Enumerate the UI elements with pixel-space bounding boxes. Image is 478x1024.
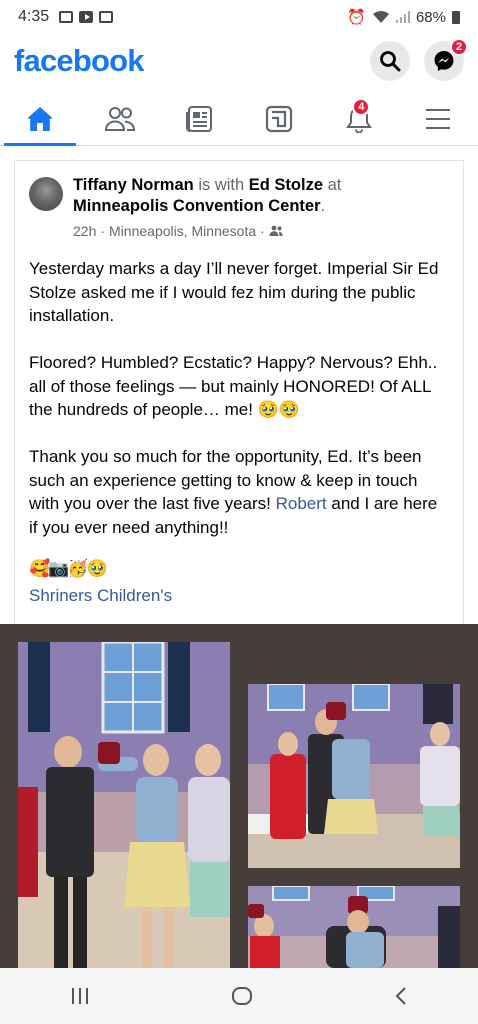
friends-icon [104, 106, 135, 131]
photo-grid [0, 624, 478, 968]
app-header: facebook 2 [0, 34, 478, 88]
tab-friends[interactable] [80, 92, 160, 145]
system-navigation-bar [0, 968, 478, 1024]
home-icon [26, 106, 53, 131]
title-period: . [320, 197, 326, 215]
tab-menu[interactable] [398, 92, 478, 145]
post-body: Yesterday marks a day I’ll never forget.… [29, 257, 449, 608]
status-bar: 4:35 ⏰ 68% [0, 0, 478, 34]
ceremony-photo-2 [248, 684, 460, 868]
emoji-row: 🥰📷🥳🥹 [29, 558, 108, 578]
post-paragraph: Yesterday marks a day I’ll never forget.… [29, 259, 439, 325]
facebook-logo[interactable]: facebook [14, 43, 145, 79]
news-feed-icon [186, 105, 213, 132]
post-paragraph: Floored? Humbled? Ecstatic? Happy? Nervo… [29, 353, 438, 419]
post-subtitle: 22h · Minneapolis, Minnesota · [73, 223, 449, 239]
robert-mention-link[interactable]: Robert [276, 494, 327, 513]
meta-separator: · [100, 223, 106, 239]
tab-notifications[interactable]: 4 [319, 92, 399, 145]
friends-audience-icon [269, 225, 283, 236]
post-photo-1[interactable] [18, 642, 230, 968]
battery-icon [452, 10, 460, 24]
post-photo-2[interactable] [248, 684, 460, 868]
post-time[interactable]: 22h [73, 223, 96, 239]
at-text: at [327, 176, 342, 194]
groups-icon [265, 105, 292, 132]
meta-separator: · [260, 223, 265, 239]
app-notification-icon [99, 11, 114, 23]
tab-groups[interactable] [239, 92, 319, 145]
ceremony-photo-1 [18, 642, 230, 968]
location-name[interactable]: Minneapolis Convention Center [73, 197, 321, 215]
signal-icon [395, 11, 410, 23]
post-title: Tiffany Norman is with Ed Stolze at Minn… [73, 175, 449, 217]
search-icon [380, 51, 401, 72]
gallery-notification-icon [59, 11, 74, 23]
author-avatar[interactable] [29, 177, 63, 211]
post-photo-3[interactable] [248, 886, 460, 968]
post-header: Tiffany Norman is with Ed Stolze at Minn… [29, 175, 449, 239]
wifi-icon [372, 10, 389, 23]
youtube-notification-icon [79, 11, 94, 23]
post-paragraph: Thank you so much for the opportunity, E… [29, 445, 449, 539]
post-place[interactable]: Minneapolis, Minnesota [109, 223, 256, 239]
tab-home[interactable] [0, 92, 80, 146]
battery-percent: 68% [415, 8, 446, 26]
messenger-button[interactable]: 2 [424, 38, 468, 81]
alarm-icon: ⏰ [347, 9, 366, 26]
shriners-link[interactable]: Shriners Children's [29, 584, 449, 608]
tagged-person[interactable]: Ed Stolze [249, 176, 323, 194]
ceremony-photo-3 [248, 886, 460, 968]
menu-icon [426, 108, 451, 129]
recent-apps-icon[interactable] [70, 987, 90, 1005]
status-time: 4:35 [18, 8, 50, 25]
messenger-badge: 2 [450, 38, 468, 56]
is-with-text: is with [198, 176, 245, 194]
feed-post: Tiffany Norman is with Ed Stolze at Minn… [14, 160, 464, 624]
tab-bar: 4 [0, 92, 478, 146]
home-nav-icon[interactable] [231, 986, 253, 1006]
back-icon[interactable] [394, 986, 408, 1006]
tab-news[interactable] [159, 92, 239, 145]
search-button[interactable] [370, 41, 410, 81]
author-name[interactable]: Tiffany Norman [73, 176, 194, 194]
